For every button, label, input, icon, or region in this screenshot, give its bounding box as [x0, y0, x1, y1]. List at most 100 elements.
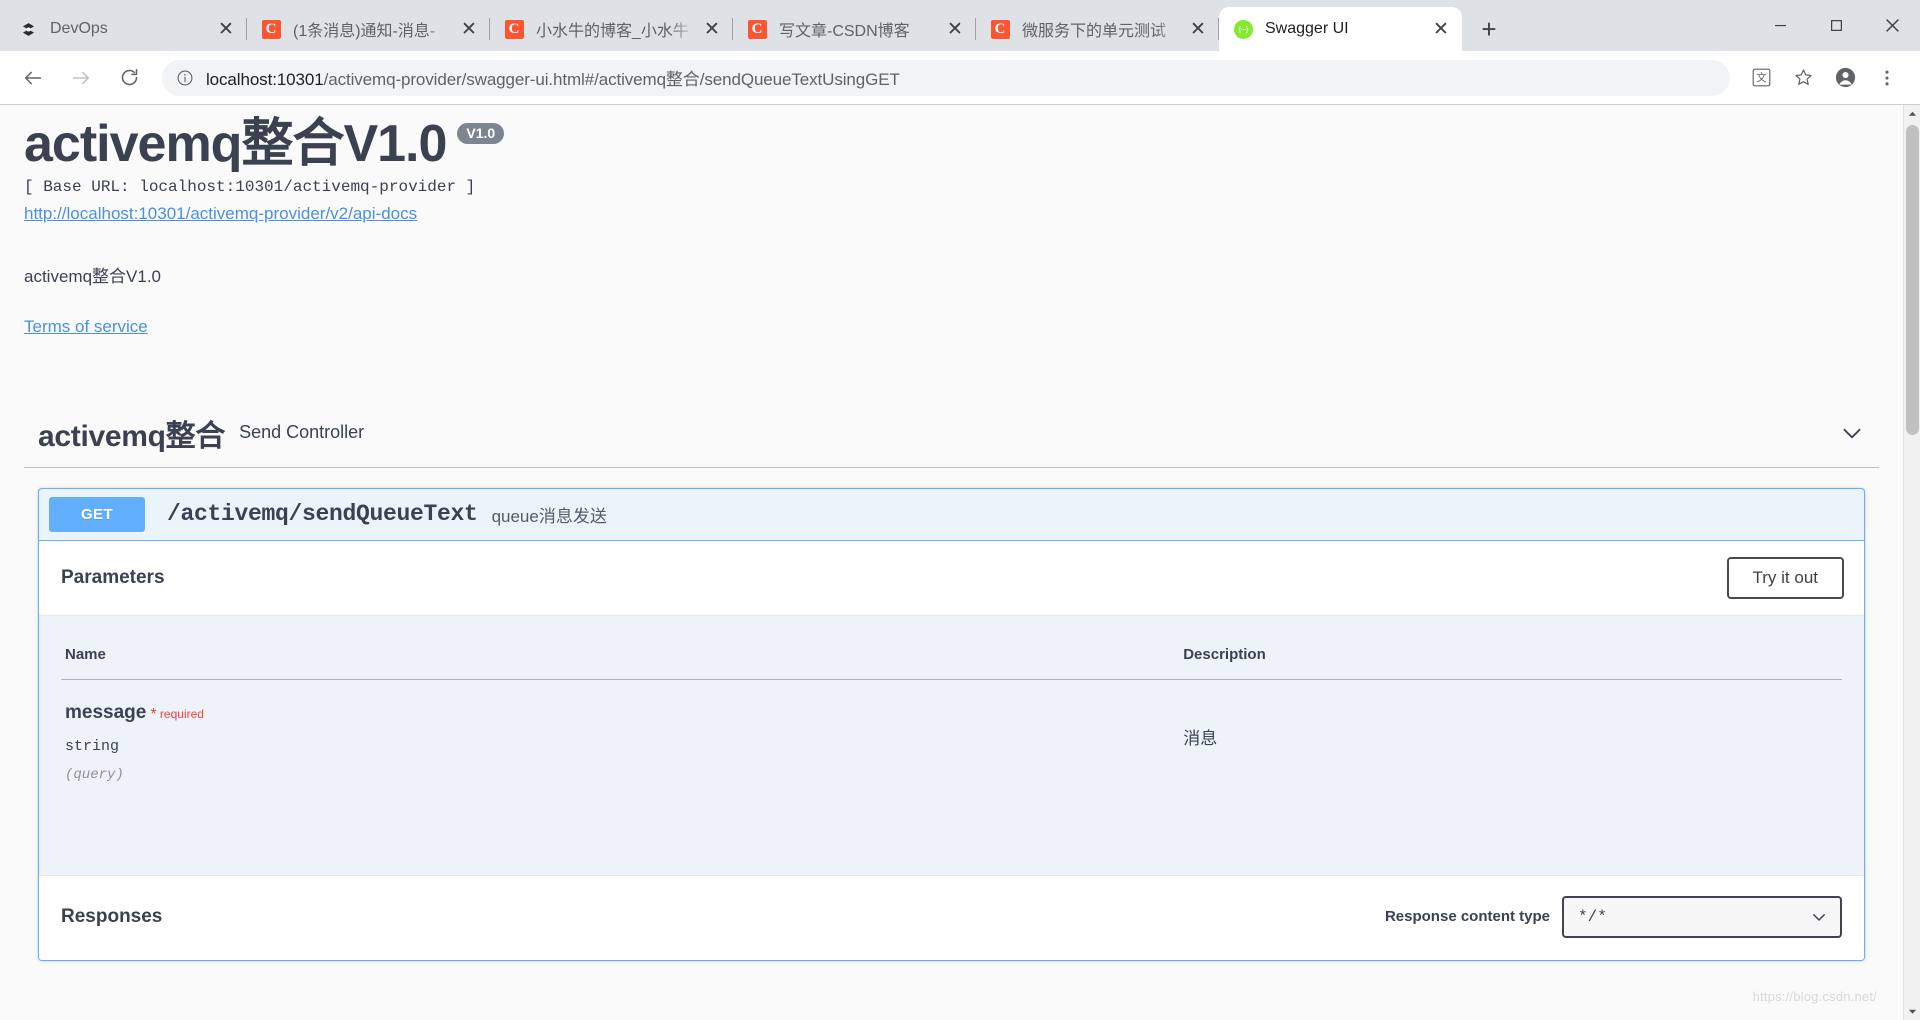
- parameter-type: string: [65, 737, 120, 755]
- api-docs-link[interactable]: http://localhost:10301/activemq-provider…: [24, 204, 417, 224]
- window-close-button[interactable]: [1864, 0, 1920, 51]
- parameter-description: 消息: [1183, 728, 1218, 748]
- parameters-title: Parameters: [61, 566, 165, 588]
- http-method-badge: GET: [49, 496, 145, 532]
- table-row: message * required string (query) 消息: [61, 679, 1842, 783]
- tab-title: 写文章-CSDN博客: [779, 23, 910, 40]
- browser-tab-devops[interactable]: DevOps ✕: [4, 7, 247, 51]
- svg-text:文: 文: [1756, 71, 1767, 84]
- window-maximize-button[interactable]: [1808, 0, 1864, 51]
- response-content-type-group: Response content type */*: [1384, 895, 1842, 938]
- browser-tab-swagger-ui[interactable]: Swagger UI ✕: [1219, 7, 1462, 51]
- tab-close-icon[interactable]: ✕: [699, 16, 725, 42]
- browser-tab-csdn-blog[interactable]: C 小水牛的博客_小水牛 ✕: [490, 7, 733, 51]
- tab-close-icon[interactable]: ✕: [456, 16, 482, 42]
- tab-title: DevOps: [50, 20, 108, 37]
- window-minimize-button[interactable]: [1752, 0, 1808, 51]
- responses-title: Responses: [61, 905, 163, 927]
- tab-strip: DevOps ✕ C (1条消息)通知-消息- ✕ C 小水牛的博客_小水牛 ✕…: [0, 0, 1920, 51]
- page-title: activemq整合V1.0 V1.0: [24, 117, 1516, 172]
- scrollbar-thumb[interactable]: [1906, 125, 1919, 435]
- tab-title: 小水牛的博客_小水牛: [536, 23, 689, 40]
- table-spacer-row: [61, 783, 1842, 875]
- browser-window: DevOps ✕ C (1条消息)通知-消息- ✕ C 小水牛的博客_小水牛 ✕…: [0, 0, 1920, 1020]
- response-content-type-value: */*: [1578, 907, 1607, 926]
- version-badge: V1.0: [457, 123, 505, 145]
- terms-of-service-link[interactable]: Terms of service: [24, 317, 148, 337]
- parameter-description-cell: 消息: [1165, 679, 1842, 783]
- tag-name: activemq整合: [38, 419, 226, 453]
- scroll-down-arrow-icon[interactable]: [1904, 1003, 1920, 1020]
- browser-tab-csdn-write[interactable]: C 写文章-CSDN博客 ✕: [733, 7, 976, 51]
- translate-icon[interactable]: 文: [1742, 59, 1780, 97]
- parameters-header: Parameters Try it out: [39, 540, 1864, 616]
- tab-close-icon[interactable]: ✕: [1428, 16, 1454, 42]
- parameter-name-cell: message * required string (query): [61, 679, 1165, 783]
- responses-header: Responses Response content type */*: [39, 874, 1864, 960]
- profile-avatar-icon[interactable]: [1826, 59, 1864, 97]
- parameter-name: message: [65, 701, 147, 723]
- column-header-name: Name: [61, 633, 1166, 680]
- tab-close-icon[interactable]: ✕: [942, 16, 968, 42]
- try-it-out-button[interactable]: Try it out: [1726, 556, 1844, 599]
- column-header-description: Description: [1165, 633, 1842, 680]
- operation-path: /activemq/sendQueueText: [167, 501, 478, 528]
- csdn-icon: C: [261, 19, 281, 39]
- tag-description: Send Controller: [239, 422, 365, 443]
- scroll-up-arrow-icon[interactable]: [1904, 105, 1920, 122]
- chevron-down-icon: [1810, 908, 1828, 926]
- parameters-table-wrap: Name Description message * required stri…: [39, 615, 1864, 875]
- csdn-icon: C: [747, 19, 767, 39]
- tab-title: 微服务下的单元测试: [1022, 23, 1167, 40]
- address-bar-host: localhost:10301: [206, 70, 324, 89]
- page-title-text: activemq整合V1.0: [24, 115, 447, 173]
- tab-title: (1条消息)通知-消息-: [293, 23, 436, 40]
- operation-block-get-sendqueuetext: GET /activemq/sendQueueText queue消息发送 Pa…: [38, 487, 1865, 961]
- page-viewport: activemq整合V1.0 V1.0 [ Base URL: localhos…: [0, 104, 1920, 1020]
- swagger-ui-page: activemq整合V1.0 V1.0 [ Base URL: localhos…: [0, 105, 1903, 1020]
- tab-title: Swagger UI: [1265, 20, 1349, 37]
- bookmark-star-icon[interactable]: [1784, 59, 1822, 97]
- browser-toolbar: localhost:10301/activemq-provider/swagge…: [0, 51, 1920, 104]
- tag-header[interactable]: activemq整合 Send Controller: [24, 411, 1879, 468]
- operation-body: Parameters Try it out Name Description m…: [39, 540, 1864, 960]
- response-content-type-select[interactable]: */*: [1562, 895, 1842, 938]
- chrome-menu-icon[interactable]: [1868, 59, 1906, 97]
- parameter-location: (query): [65, 766, 124, 783]
- tag-section: activemq整合 Send Controller GET /activemq…: [0, 411, 1903, 961]
- operation-summary-bar[interactable]: GET /activemq/sendQueueText queue消息发送: [39, 489, 1864, 541]
- tab-close-icon[interactable]: ✕: [1185, 16, 1211, 42]
- chevron-down-icon[interactable]: [1839, 420, 1865, 446]
- address-bar-url: localhost:10301/activemq-provider/swagge…: [206, 65, 900, 90]
- api-info-block: activemq整合V1.0 V1.0 [ Base URL: localhos…: [0, 105, 1540, 337]
- swagger-icon: [1233, 19, 1253, 39]
- csdn-icon: C: [990, 19, 1010, 39]
- browser-tab-csdn-notice[interactable]: C (1条消息)通知-消息- ✕: [247, 7, 490, 51]
- watermark: https://blog.csdn.net/: [1752, 989, 1877, 1004]
- parameter-required-marker: * required: [150, 705, 204, 723]
- browser-tab-csdn-microservice[interactable]: C 微服务下的单元测试 ✕: [976, 7, 1219, 51]
- required-star: *: [150, 705, 157, 723]
- new-tab-button[interactable]: +: [1470, 10, 1508, 48]
- tab-close-icon[interactable]: ✕: [213, 16, 239, 42]
- address-bar-path: /activemq-provider/swagger-ui.html#/acti…: [323, 70, 900, 89]
- reload-icon[interactable]: [110, 59, 148, 97]
- response-content-type-label: Response content type: [1384, 908, 1550, 926]
- forward-arrow-icon[interactable]: [62, 59, 100, 97]
- spacer-cell: [61, 783, 1165, 875]
- table-header-row: Name Description: [61, 633, 1842, 680]
- window-controls: [1752, 0, 1920, 51]
- required-label: required: [159, 706, 204, 721]
- spacer-cell: [1165, 783, 1842, 875]
- operation-summary-text: queue消息发送: [491, 506, 607, 526]
- api-description: activemq整合V1.0: [24, 266, 161, 286]
- toolbar-right-icons: 文: [1738, 59, 1906, 97]
- csdn-icon: C: [504, 19, 524, 39]
- base-url: [ Base URL: localhost:10301/activemq-pro…: [24, 177, 476, 196]
- vertical-scrollbar[interactable]: [1903, 105, 1920, 1020]
- parameters-table: Name Description message * required stri…: [61, 633, 1842, 875]
- back-arrow-icon[interactable]: [14, 59, 52, 97]
- info-circle-icon[interactable]: [176, 69, 194, 87]
- devops-icon: [18, 19, 38, 39]
- address-bar[interactable]: localhost:10301/activemq-provider/swagge…: [162, 59, 1730, 96]
